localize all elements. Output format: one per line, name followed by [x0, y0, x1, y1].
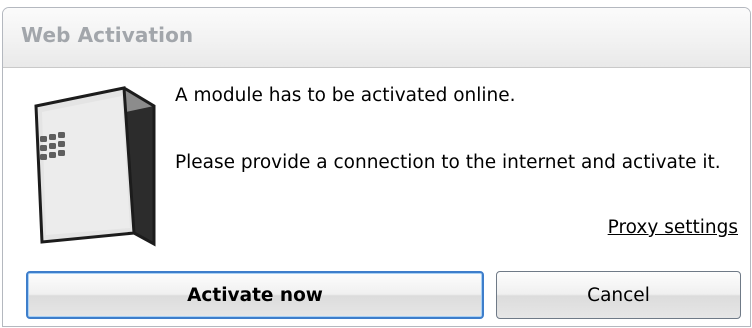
dialog-title: Web Activation — [21, 23, 194, 47]
activation-message: A module has to be activated online. — [175, 85, 516, 106]
cancel-button[interactable]: Cancel — [496, 271, 741, 319]
web-activation-dialog: Web Activation A module has to be activa… — [2, 7, 751, 327]
activate-now-button[interactable]: Activate now — [26, 271, 484, 319]
proxy-settings-link[interactable]: Proxy settings — [608, 217, 738, 238]
connection-instruction: Please provide a connection to the inter… — [175, 152, 721, 173]
dialog-content: A module has to be activated online. Ple… — [3, 68, 750, 326]
module-box-icon — [34, 86, 156, 247]
title-bar: Web Activation — [3, 8, 750, 68]
